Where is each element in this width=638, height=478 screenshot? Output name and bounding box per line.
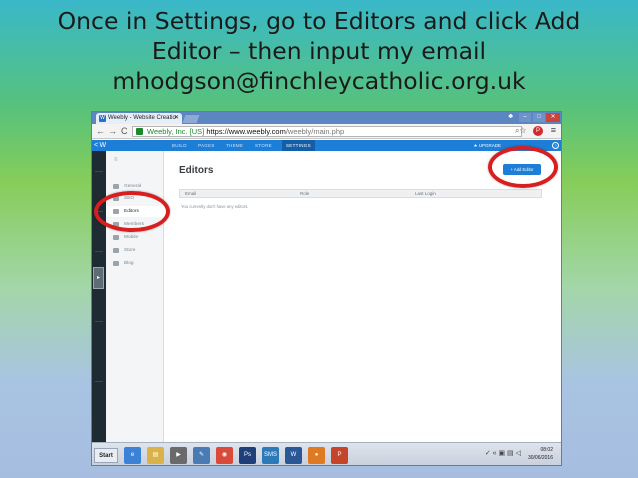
strip-mark xyxy=(95,321,103,322)
browser-tab-bar: W Weebly - Website Creatio ✕ ♣ – □ ✕ xyxy=(92,112,561,124)
windows-taskbar: Start e ▤ ▶ ✎ ◉ Ps SMS W ● P ✓ « ▣ ▤ ◁ 08:02 30/0… xyxy=(92,442,561,465)
chrome-menu-icon[interactable]: ≡ xyxy=(551,125,556,135)
column-last-login: Last Login xyxy=(415,191,436,196)
taskbar-chrome-icon[interactable]: ◉ xyxy=(216,447,233,464)
start-button[interactable]: Start xyxy=(94,448,118,463)
title-line-1: Once in Settings, go to Editors and clic… xyxy=(57,7,581,35)
secure-badge: Weebly, Inc. [US] xyxy=(133,127,206,136)
taskbar-media-icon[interactable]: ▶ xyxy=(170,447,187,464)
clock-date: 30/06/2016 xyxy=(527,455,553,461)
expand-panel-handle[interactable]: ▸ xyxy=(93,267,104,289)
search-star-icon[interactable]: ⌕☆ xyxy=(515,126,526,136)
clock-time: 08:02 xyxy=(540,447,553,453)
page-title: Editors xyxy=(179,165,214,176)
taskbar-powerpoint-icon[interactable]: P xyxy=(331,447,348,464)
nav-pages[interactable]: PAGES xyxy=(198,140,215,151)
sidebar-item-store[interactable]: Store xyxy=(106,245,164,256)
url-path: /weebly/main.php xyxy=(285,127,345,136)
system-tray-icons[interactable]: ✓ « ▣ ▤ ◁ xyxy=(485,449,521,457)
nav-build[interactable]: BUILD xyxy=(172,140,187,151)
url-host: https://www.weebly.com xyxy=(206,127,286,136)
nav-settings[interactable]: SETTINGS xyxy=(282,140,315,151)
collapse-menu-icon[interactable]: ≡ xyxy=(114,157,118,163)
weebly-logo-icon[interactable]: < W xyxy=(94,141,106,150)
empty-table-message: You currently don't have any editors. xyxy=(181,204,249,209)
reload-icon[interactable]: C xyxy=(121,126,128,137)
sidebar-item-label: Mobile xyxy=(124,235,139,240)
lock-icon xyxy=(136,128,143,135)
sidebar-item-label: Blog xyxy=(124,261,134,266)
new-tab-button[interactable] xyxy=(182,115,200,123)
taskbar-ie-icon[interactable]: e xyxy=(124,447,141,464)
column-role: Role xyxy=(300,191,310,196)
nav-store[interactable]: STORE xyxy=(255,140,272,151)
strip-mark xyxy=(95,251,103,252)
back-arrow-icon[interactable]: ← xyxy=(96,126,105,137)
blog-icon xyxy=(113,261,119,266)
system-clock[interactable]: 08:02 30/06/2016 xyxy=(528,446,553,462)
forward-arrow-icon[interactable]: → xyxy=(108,126,117,137)
taskbar-firefox-icon[interactable]: ● xyxy=(308,447,325,464)
sidebar-item-label: General xyxy=(124,184,142,189)
taskbar-explorer-icon[interactable]: ▤ xyxy=(147,447,164,464)
highlight-ring-add-editor xyxy=(488,146,558,188)
highlight-ring-editors xyxy=(94,191,170,232)
slide-title: Once in Settings, go to Editors and clic… xyxy=(0,6,638,96)
sidebar-item-blog[interactable]: Blog xyxy=(106,258,164,269)
pinterest-icon[interactable]: P xyxy=(533,126,543,136)
editors-panel: Editors + Add Editor Email Role Last Log… xyxy=(165,151,561,442)
maximize-button[interactable]: □ xyxy=(533,113,545,122)
cart-icon xyxy=(113,248,119,253)
minimize-button[interactable]: – xyxy=(519,113,531,122)
tab-title: Weebly - Website Creatio xyxy=(108,115,176,121)
taskbar-photoshop-icon[interactable]: Ps xyxy=(239,447,256,464)
sidebar-item-label: Store xyxy=(124,248,136,253)
taskbar-sms-icon[interactable]: SMS xyxy=(262,447,279,464)
page-thumbnail-strip: ▸ xyxy=(92,151,106,442)
browser-tab[interactable]: W Weebly - Website Creatio ✕ xyxy=(96,113,182,124)
editors-table-header: Email Role Last Login xyxy=(179,189,542,198)
column-email: Email xyxy=(185,191,197,196)
window-close-button[interactable]: ✕ xyxy=(546,113,560,122)
browser-toolbar: ← → C Weebly, Inc. [US] https://www.weeb… xyxy=(92,124,561,139)
nav-theme[interactable]: THEME xyxy=(226,140,243,151)
weebly-favicon-icon: W xyxy=(99,115,106,122)
sidebar-item-mobile[interactable]: Mobile xyxy=(106,232,164,243)
upgrade-button[interactable]: ★ UPGRADE xyxy=(473,140,501,151)
title-line-3: mhodgson@finchleycatholic.org.uk xyxy=(112,67,526,95)
secure-label: Weebly, Inc. [US] xyxy=(147,127,205,136)
taskbar-word-icon[interactable]: W xyxy=(285,447,302,464)
user-profile-icon[interactable]: ♣ xyxy=(508,113,513,120)
mobile-icon xyxy=(113,235,119,240)
help-icon[interactable]: ? xyxy=(552,142,559,149)
title-line-2: Editor – then input my email xyxy=(151,37,487,65)
taskbar-notepad-icon[interactable]: ✎ xyxy=(193,447,210,464)
strip-mark xyxy=(95,171,103,172)
tab-close-icon[interactable]: ✕ xyxy=(174,113,179,124)
strip-mark xyxy=(95,381,103,382)
weebly-top-nav: < W BUILD PAGES THEME STORE SETTINGS ★ U… xyxy=(92,140,561,151)
gear-icon xyxy=(113,184,119,189)
address-bar[interactable]: Weebly, Inc. [US] https://www.weebly.com… xyxy=(132,126,522,137)
